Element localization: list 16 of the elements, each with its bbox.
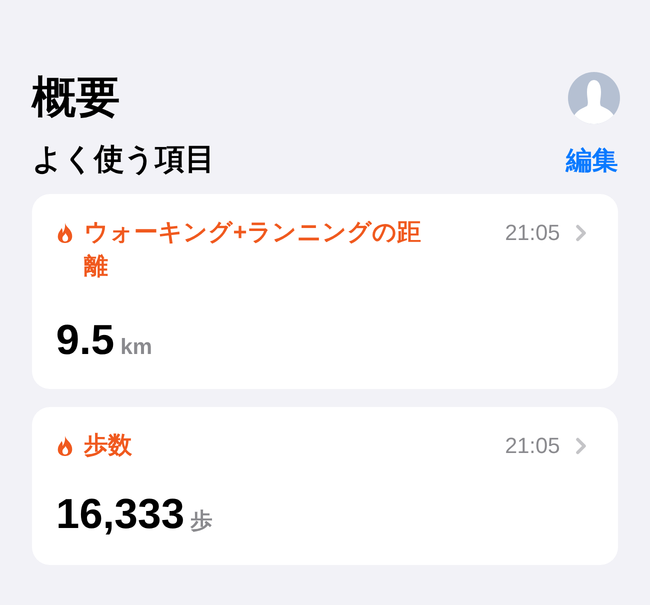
time-label: 21:05 [504, 219, 560, 247]
metric-unit: km [120, 333, 152, 361]
page-title: 概要 [32, 72, 120, 124]
avatar-icon[interactable] [568, 72, 620, 124]
card-title: ウォーキング+ランニングの距離 [84, 218, 422, 282]
summary-card[interactable]: 歩数 21:05 16,333 歩 [32, 407, 618, 565]
flame-icon [56, 435, 74, 457]
time-label: 21:05 [504, 432, 560, 460]
flame-icon [56, 222, 74, 244]
section-title: よく使う項目 [32, 142, 215, 178]
metric-unit: 歩 [190, 507, 212, 535]
edit-button[interactable]: 編集 [566, 140, 618, 180]
metric-value: 16,333 [56, 489, 184, 539]
metric-value: 9.5 [56, 315, 114, 365]
card-title: 歩数 [84, 431, 132, 461]
summary-card[interactable]: ウォーキング+ランニングの距離 21:05 9.5 km [32, 194, 618, 389]
